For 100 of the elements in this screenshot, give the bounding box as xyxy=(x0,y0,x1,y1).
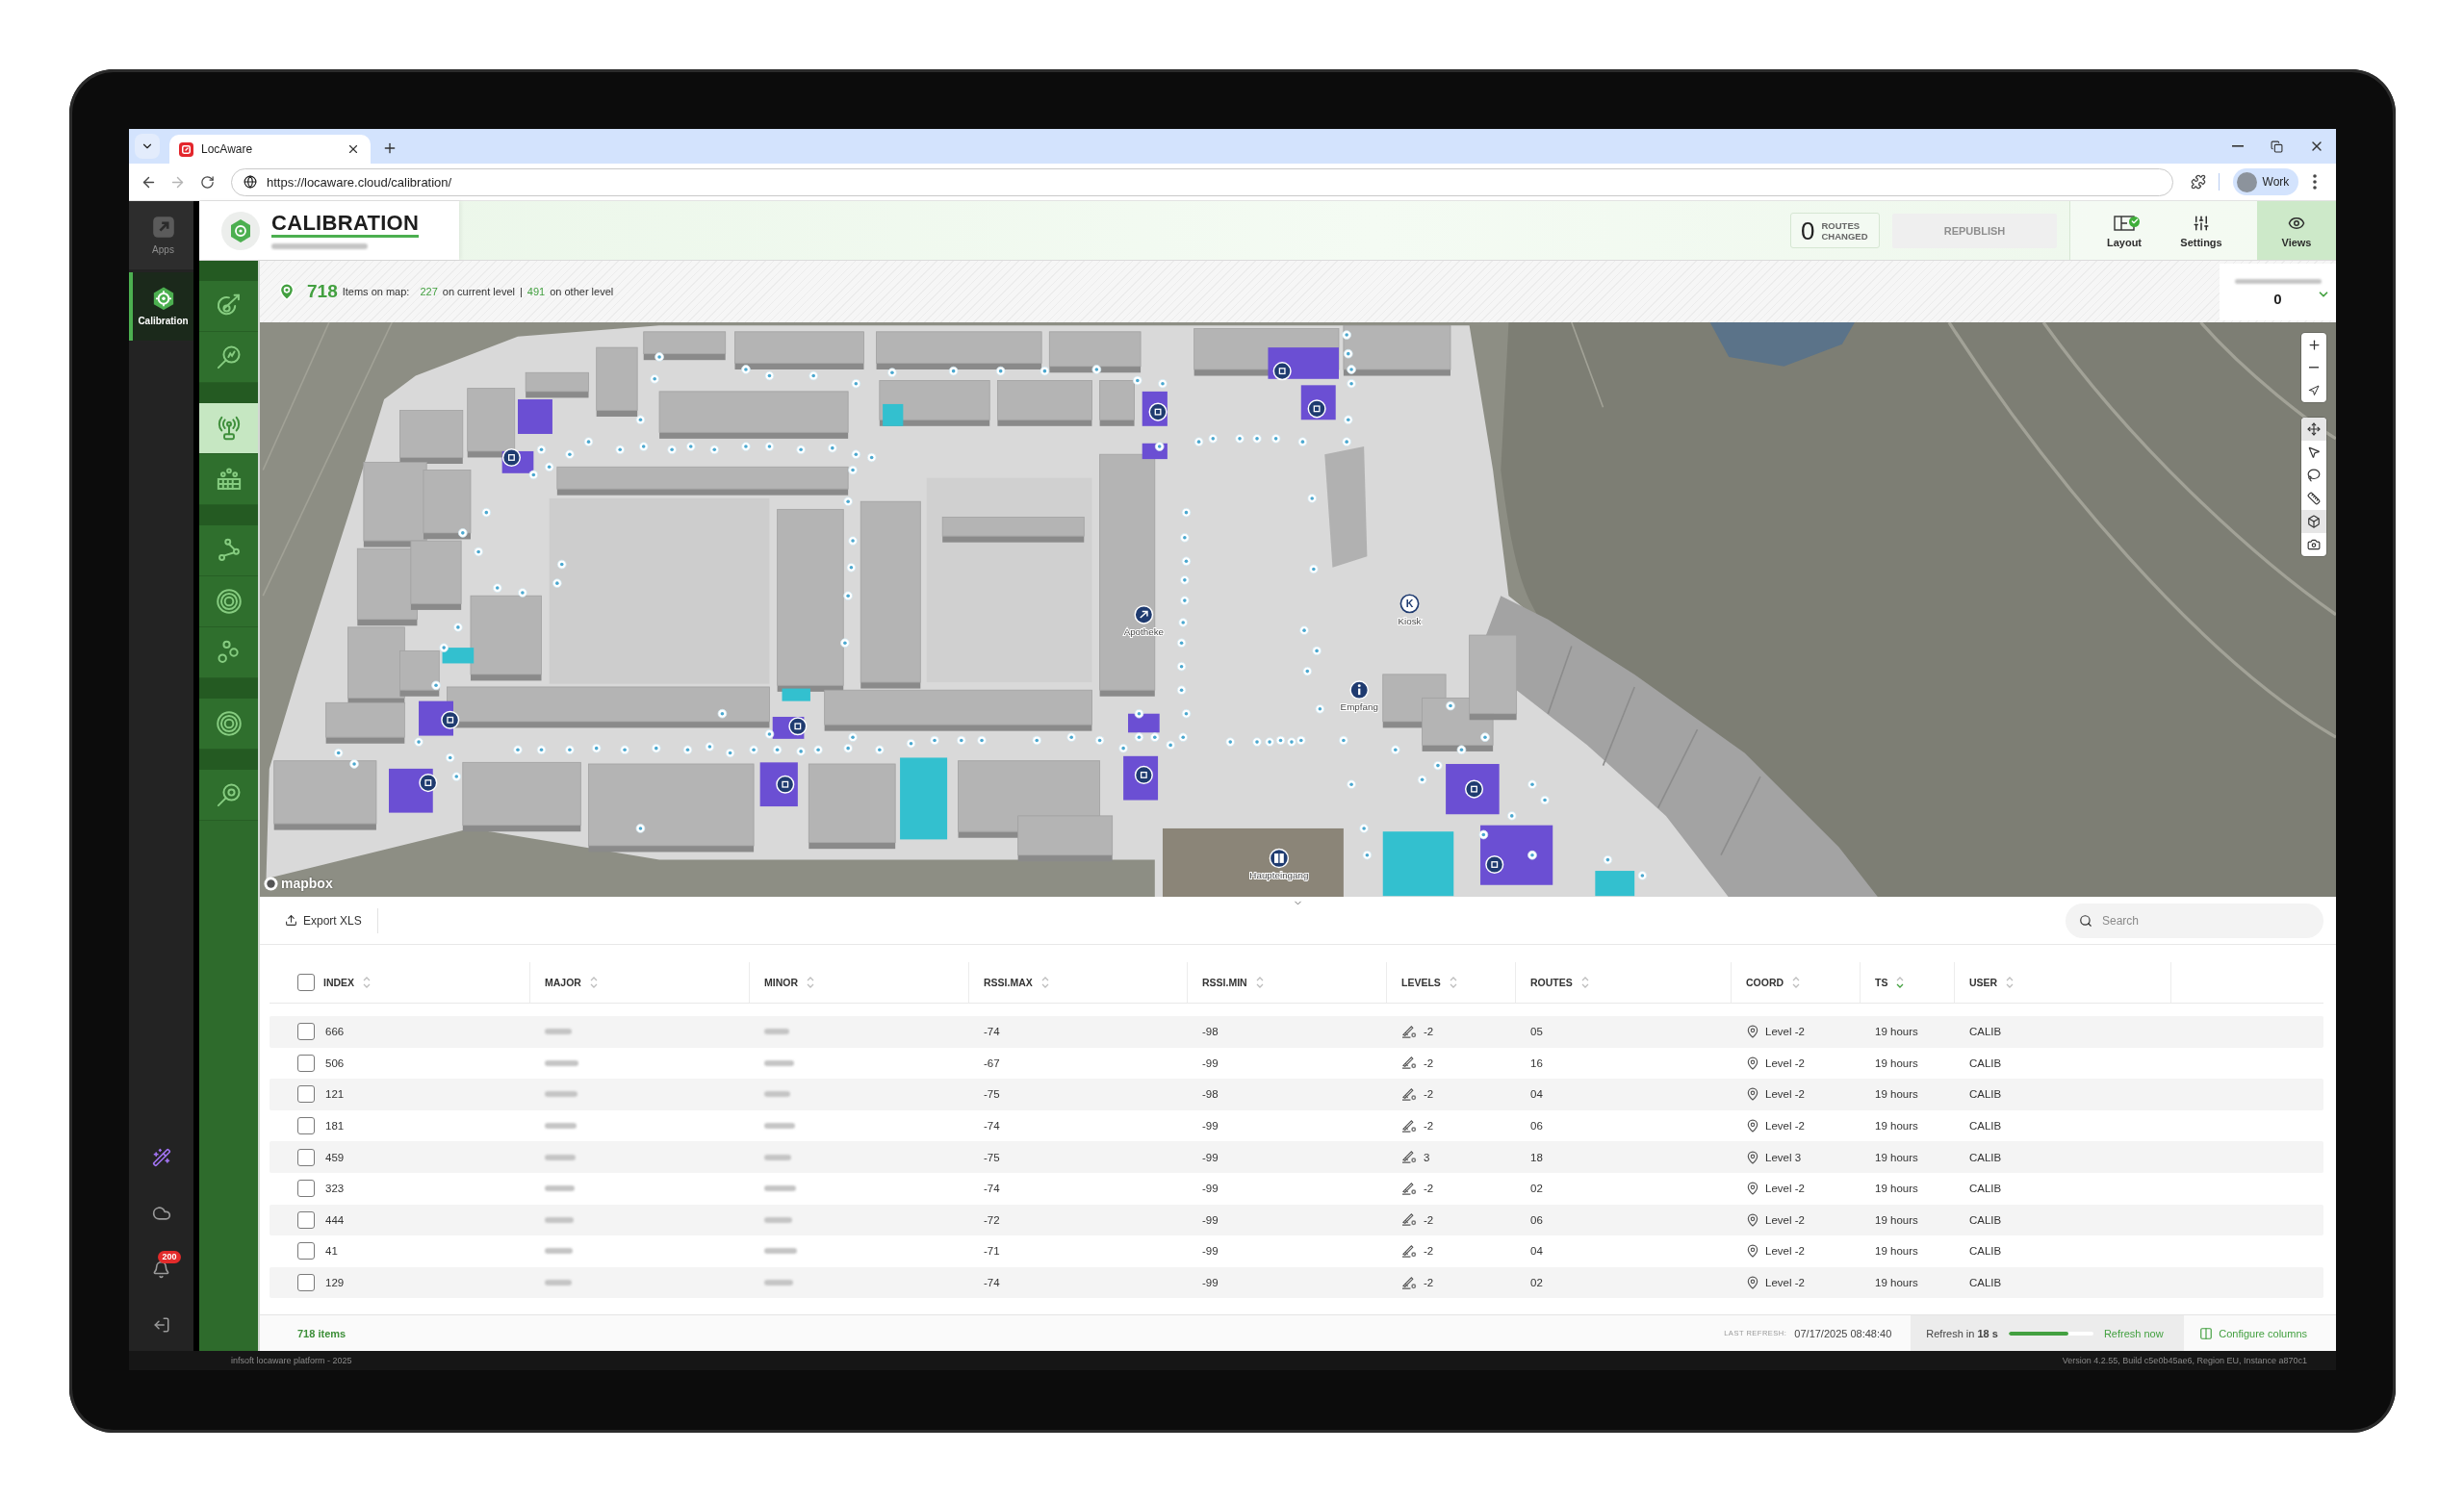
beacon-dot-icon[interactable] xyxy=(1176,685,1187,696)
search-field[interactable]: Search xyxy=(2066,903,2323,938)
beacon-dot-icon[interactable] xyxy=(638,442,649,451)
beacon-dot-icon[interactable] xyxy=(749,745,758,755)
beacon-dot-icon[interactable] xyxy=(1343,348,1353,359)
beacon-dot-icon[interactable] xyxy=(1066,732,1076,743)
beacon-dot-icon[interactable] xyxy=(957,735,966,746)
tool-button[interactable] xyxy=(199,525,258,576)
beacon-dot-icon[interactable] xyxy=(1180,596,1190,605)
beacon-dot-icon[interactable] xyxy=(1094,735,1105,746)
profile-button[interactable]: Work xyxy=(2232,168,2299,195)
sort-icon[interactable] xyxy=(1580,976,1589,989)
poi-marker-icon[interactable] xyxy=(1272,362,1292,381)
beacon-dot-icon[interactable] xyxy=(948,366,959,376)
beacon-dot-icon[interactable] xyxy=(1309,564,1319,574)
row-checkbox[interactable] xyxy=(297,1210,315,1229)
beacon-dot-icon[interactable] xyxy=(725,748,735,758)
beacon-dot-icon[interactable] xyxy=(1181,507,1192,518)
column-header[interactable]: TS xyxy=(1875,977,1888,988)
beacon-dot-icon[interactable] xyxy=(1194,437,1204,446)
beacon-dot-icon[interactable] xyxy=(1180,532,1190,543)
beacon-dot-icon[interactable] xyxy=(481,507,492,518)
beacon-dot-icon[interactable] xyxy=(453,623,463,632)
beacon-dot-icon[interactable] xyxy=(654,352,664,362)
poi-marker-icon[interactable] xyxy=(776,775,795,794)
beacon-dot-icon[interactable] xyxy=(1270,434,1281,444)
beacon-dot-icon[interactable] xyxy=(1362,850,1373,860)
beacon-dot-icon[interactable] xyxy=(1150,732,1160,743)
row-checkbox[interactable] xyxy=(297,1148,315,1166)
column-header[interactable]: ROUTES xyxy=(1530,977,1573,988)
beacon-dot-icon[interactable] xyxy=(848,465,858,475)
beacon-dot-icon[interactable] xyxy=(565,745,575,755)
beacon-dot-icon[interactable] xyxy=(650,373,659,384)
beacon-dot-icon[interactable] xyxy=(1181,556,1192,567)
beacon-dot-icon[interactable] xyxy=(1154,442,1165,451)
beacon-dot-icon[interactable] xyxy=(513,745,523,755)
beacon-dot-icon[interactable] xyxy=(1166,740,1175,751)
beacon-dot-icon[interactable] xyxy=(1359,824,1369,833)
beacon-dot-icon[interactable] xyxy=(528,470,539,480)
beacon-dot-icon[interactable] xyxy=(1478,829,1489,840)
beacon-dot-icon[interactable] xyxy=(552,578,562,588)
beacon-dot-icon[interactable] xyxy=(518,588,527,598)
beacon-dot-icon[interactable] xyxy=(1225,737,1236,747)
beacon-dot-icon[interactable] xyxy=(333,748,344,758)
beacon-dot-icon[interactable] xyxy=(764,729,775,739)
row-checkbox[interactable] xyxy=(297,1242,315,1260)
poi-marker-icon[interactable] xyxy=(419,774,438,793)
column-header[interactable]: RSSI.MIN xyxy=(1202,977,1247,988)
beacon-dot-icon[interactable] xyxy=(682,745,693,755)
row-checkbox[interactable] xyxy=(297,1085,315,1104)
beacon-dot-icon[interactable] xyxy=(1433,760,1443,771)
beacon-dot-icon[interactable] xyxy=(556,559,567,570)
row-checkbox[interactable] xyxy=(297,1117,315,1135)
beacon-dot-icon[interactable] xyxy=(1118,743,1128,753)
beacon-dot-icon[interactable] xyxy=(1446,700,1455,711)
beacon-dot-icon[interactable] xyxy=(1296,735,1306,746)
beacon-dot-icon[interactable] xyxy=(451,772,462,781)
beacon-dot-icon[interactable] xyxy=(1315,704,1325,714)
beacon-dot-icon[interactable] xyxy=(1040,366,1050,376)
beacon-dot-icon[interactable] xyxy=(1180,575,1190,585)
sort-icon[interactable] xyxy=(589,976,598,989)
beacon-dot-icon[interactable] xyxy=(445,752,455,763)
beacon-dot-icon[interactable] xyxy=(764,442,775,451)
beacon-dot-icon[interactable] xyxy=(1347,378,1356,389)
beacon-dot-icon[interactable] xyxy=(1347,779,1356,790)
beacon-dot-icon[interactable] xyxy=(1134,732,1144,743)
beacon-dot-icon[interactable] xyxy=(843,496,853,507)
beacon-dot-icon[interactable] xyxy=(887,368,897,378)
poi-marker-icon[interactable] xyxy=(1148,402,1168,421)
beacon-dot-icon[interactable] xyxy=(1307,494,1318,503)
row-checkbox[interactable] xyxy=(297,1180,315,1198)
beacon-dot-icon[interactable] xyxy=(1091,365,1102,374)
beacon-dot-icon[interactable] xyxy=(796,747,806,756)
beacon-dot-icon[interactable] xyxy=(414,737,424,747)
beacon-dot-icon[interactable] xyxy=(1032,735,1042,746)
beacon-dot-icon[interactable] xyxy=(1540,795,1550,805)
export-button[interactable]: Export XLS xyxy=(285,907,378,933)
column-header[interactable]: MINOR xyxy=(764,977,798,988)
beacon-dot-icon[interactable] xyxy=(1343,415,1353,425)
beacon-dot-icon[interactable] xyxy=(705,742,715,751)
beacon-dot-icon[interactable] xyxy=(1158,378,1168,389)
beacon-dot-icon[interactable] xyxy=(843,743,853,753)
beacon-dot-icon[interactable] xyxy=(1133,375,1142,386)
beacon-dot-icon[interactable] xyxy=(1302,666,1313,676)
column-header[interactable]: INDEX xyxy=(323,977,355,988)
poi-marker-icon[interactable] xyxy=(1134,765,1153,784)
beacon-dot-icon[interactable] xyxy=(1347,365,1356,374)
beacon-dot-icon[interactable] xyxy=(1178,732,1189,743)
beacon-dot-icon[interactable] xyxy=(536,745,547,755)
sort-icon[interactable] xyxy=(1792,976,1801,989)
beacon-dot-icon[interactable] xyxy=(851,378,861,389)
beacon-dot-icon[interactable] xyxy=(1181,708,1192,719)
cube-tool-button[interactable] xyxy=(2301,510,2326,533)
beacon-dot-icon[interactable] xyxy=(808,370,818,381)
beacon-dot-icon[interactable] xyxy=(1637,871,1648,880)
beacon-dot-icon[interactable] xyxy=(1417,775,1427,785)
beacon-dot-icon[interactable] xyxy=(620,745,629,755)
header-action-button[interactable]: Settings xyxy=(2163,201,2240,260)
beacon-dot-icon[interactable] xyxy=(1176,661,1187,672)
beacon-dot-icon[interactable] xyxy=(977,735,987,746)
